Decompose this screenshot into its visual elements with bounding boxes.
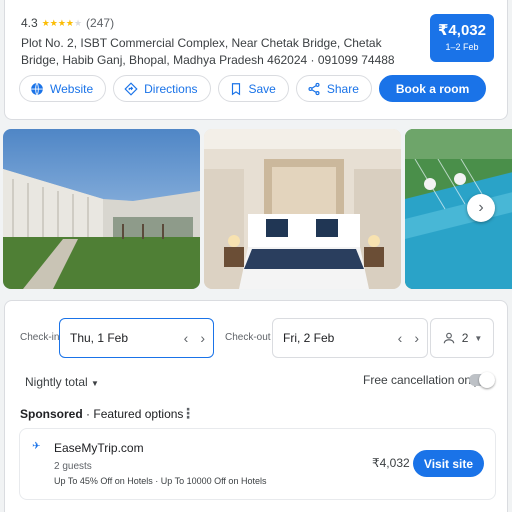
visit-site-button[interactable]: Visit site [413, 450, 484, 477]
chevron-right-icon[interactable]: › [467, 194, 495, 222]
caret-down-icon: ▼ [474, 333, 483, 343]
nightly-total-dropdown[interactable]: Nightly total ▼ [25, 375, 99, 389]
photo-pool[interactable] [405, 129, 512, 289]
caret-down-icon: ▼ [91, 379, 99, 388]
rating-row[interactable]: 4.3 ★★★★★ (247) [21, 16, 114, 30]
free-cancellation-label: Free cancellation only [363, 373, 480, 387]
share-button[interactable]: Share [295, 75, 372, 102]
guests-selector[interactable]: 2 ▼ [430, 318, 494, 358]
photo-rooftop[interactable] [3, 129, 200, 289]
globe-icon [31, 82, 43, 95]
nightly-total-label: Nightly total [25, 375, 88, 389]
directions-button[interactable]: Directions [113, 75, 211, 102]
chevron-left-icon[interactable]: ‹ [398, 331, 403, 345]
offer-provider-name: EaseMyTrip.com [54, 441, 144, 455]
booking-card: Check-in Thu, 1 Feb ‹ › Check-out Fri, 2… [4, 300, 508, 512]
action-chips: Website Directions Save Share Book a roo… [19, 75, 487, 102]
checkout-date-field[interactable]: Fri, 2 Feb ‹ › [272, 318, 428, 358]
person-icon [443, 332, 454, 344]
bookmark-icon [231, 82, 240, 95]
checkout-value: Fri, 2 Feb [283, 331, 335, 345]
rating-value: 4.3 [21, 16, 38, 30]
checkin-value: Thu, 1 Feb [70, 331, 129, 345]
directions-label: Directions [144, 81, 198, 96]
chevron-right-icon[interactable]: › [414, 331, 419, 345]
share-icon [308, 82, 320, 95]
offer-price: ₹4,032 [372, 456, 410, 470]
chevron-left-icon[interactable]: ‹ [184, 331, 189, 345]
photo-gallery[interactable] [0, 129, 512, 289]
offer-promo: Up To 45% Off on Hotels · Up To 10000 Of… [54, 476, 267, 486]
price-dates: 1–2 Feb [445, 42, 479, 52]
checkin-date-field[interactable]: Thu, 1 Feb ‹ › [59, 318, 214, 358]
checkout-label: Check-out [225, 332, 271, 343]
checkin-label: Check-in [20, 332, 60, 343]
sponsored-heading: Sponsored · Featured options [20, 407, 183, 421]
toggle-knob [479, 372, 495, 388]
offer-guests: 2 guests [54, 461, 92, 472]
free-cancellation-toggle[interactable] [469, 372, 495, 388]
hotel-summary-card: 4.3 ★★★★★ (247) Plot No. 2, ISBT Commerc… [4, 0, 508, 120]
website-button[interactable]: Website [19, 75, 107, 102]
featured-options-heading: Featured options [93, 407, 184, 421]
directions-icon [124, 81, 138, 96]
price-box[interactable]: ₹4,032 1–2 Feb [430, 14, 494, 62]
chevron-right-icon[interactable]: › [200, 331, 205, 345]
more-vert-icon[interactable]: ⋮ [181, 405, 195, 422]
save-label: Save [248, 81, 276, 96]
book-room-button[interactable]: Book a room [378, 75, 487, 102]
share-label: Share [326, 81, 359, 96]
offer-row[interactable]: ✈ EaseMyTrip.com 2 guests Up To 45% Off … [19, 428, 496, 500]
star-rating-icon: ★★★★★ [41, 17, 83, 28]
website-label: Website [50, 81, 94, 96]
photo-bedroom[interactable] [204, 129, 401, 289]
hotel-address: Plot No. 2, ISBT Commercial Complex, Nea… [21, 36, 395, 67]
guests-count: 2 [461, 331, 469, 345]
review-count[interactable]: (247) [86, 16, 114, 30]
price-value: ₹4,032 [438, 22, 486, 39]
plane-icon: ✈ [32, 441, 41, 452]
sponsored-label: Sponsored [20, 407, 83, 421]
save-button[interactable]: Save [217, 75, 289, 102]
